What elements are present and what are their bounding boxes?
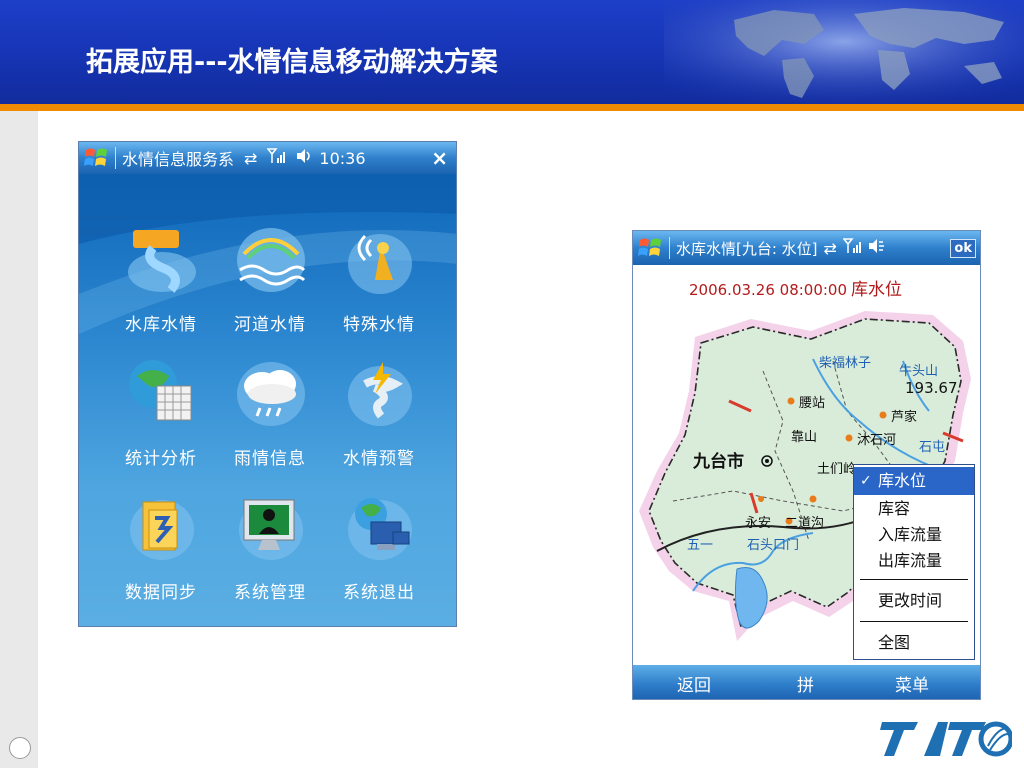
- measure-label: 库水位: [851, 280, 903, 300]
- titlebar-separator: [669, 237, 670, 259]
- tile-label: 水情预警: [343, 449, 415, 469]
- clock-time[interactable]: 10:36: [319, 149, 365, 168]
- menu-softkey[interactable]: 菜单: [895, 671, 929, 696]
- rain-icon: [237, 362, 305, 426]
- map-label: 靠山: [791, 430, 817, 445]
- menu-item-label: 全图: [878, 633, 911, 652]
- company-logo: [880, 716, 1014, 760]
- phone-titlebar: 水情信息服务系 ⇄ 10:36 ×: [79, 142, 456, 174]
- menu-item-full-map[interactable]: 全图: [854, 629, 974, 657]
- phone-map-screenshot: 水库水情[九台: 水位] ⇄ ok 2006.03.26 08:00:00 库水位: [632, 230, 981, 700]
- river-icon: [237, 228, 306, 292]
- menu-item-label: 入库流量: [878, 525, 943, 544]
- tile-label: 系统退出: [343, 583, 415, 603]
- ok-button[interactable]: ok: [950, 238, 976, 258]
- middle-softkey[interactable]: 拼: [797, 671, 814, 696]
- volume-icon[interactable]: [295, 148, 313, 168]
- system-admin-icon: [239, 499, 303, 560]
- sync-icon: [130, 500, 194, 560]
- left-margin-strip: [0, 111, 38, 768]
- tile-label: 数据同步: [125, 583, 197, 603]
- menu-item-label: 库水位: [878, 471, 927, 490]
- tile-sync[interactable]: 数据同步: [101, 488, 221, 618]
- map-label: 石屯: [919, 440, 945, 455]
- reading-datetime: 2006.03.26 08:00:00 库水位: [689, 275, 902, 300]
- tile-label: 河道水情: [234, 315, 306, 335]
- connectivity-icon[interactable]: ⇄: [244, 149, 257, 168]
- map-label: 石头口门: [747, 538, 799, 553]
- tile-label: 水库水情: [125, 315, 197, 335]
- signal-icon[interactable]: [266, 148, 286, 168]
- slide-bullet-circle: [9, 737, 31, 759]
- menu-item-change-time[interactable]: 更改时间: [854, 587, 974, 615]
- menu-item-inflow[interactable]: 入库流量: [854, 521, 974, 549]
- windows-start-icon[interactable]: [83, 146, 109, 170]
- map-label: 芦家: [891, 409, 917, 425]
- speaker-icon[interactable]: [867, 238, 885, 258]
- map-label: 二道沟: [785, 516, 824, 531]
- tile-river[interactable]: 河道水情: [210, 220, 330, 350]
- map-label: 沐石河: [857, 433, 896, 448]
- tato-logo-graphic: [880, 721, 1014, 757]
- tile-exit[interactable]: 系统退出: [319, 488, 439, 618]
- titlebar-separator: [115, 147, 116, 169]
- datetime-value: 2006.03.26 08:00:00: [689, 281, 848, 299]
- tile-reservoir[interactable]: 水库水情: [101, 220, 221, 350]
- tile-system-admin[interactable]: 系统管理: [210, 488, 330, 618]
- tile-label: 系统管理: [234, 583, 306, 603]
- map-label: 土们岭: [817, 462, 856, 477]
- reservoir-icon: [128, 230, 196, 293]
- map-context-menu: ✓ 库水位 库容 入库流量 出库流量 更改时间 全图: [853, 464, 975, 660]
- connectivity-icon[interactable]: ⇄: [824, 239, 837, 258]
- phone-titlebar: 水库水情[九台: 水位] ⇄ ok: [633, 231, 980, 265]
- slide-header: 拓展应用---水情信息移动解决方案: [0, 0, 1024, 104]
- tile-rain[interactable]: 雨情信息: [210, 354, 330, 484]
- app-title: 水情信息服务系: [122, 150, 235, 169]
- map-label: 腰站: [799, 396, 825, 411]
- menu-item-label: 出库流量: [878, 551, 943, 570]
- tile-warning[interactable]: 水情预警: [319, 354, 439, 484]
- exit-icon: [348, 498, 412, 560]
- tile-special-water[interactable]: 特殊水情: [319, 220, 439, 350]
- tile-label: 统计分析: [125, 449, 197, 469]
- map-label: 柴福林子: [819, 356, 871, 371]
- slide-title: 拓展应用---水情信息移动解决方案: [86, 47, 498, 78]
- map-label: 永安: [745, 516, 771, 531]
- map-label-city: 九台市: [692, 451, 744, 472]
- close-button[interactable]: ×: [431, 146, 448, 170]
- map-label: 五一: [687, 538, 713, 553]
- menu-item-outflow[interactable]: 出库流量: [854, 547, 974, 575]
- header-accent-rule: [0, 104, 1024, 111]
- special-water-icon: [348, 234, 412, 294]
- menu-separator: [860, 579, 968, 580]
- world-map-graphic: [664, 0, 1024, 104]
- menu-separator: [860, 621, 968, 622]
- menu-item-label: 库容: [878, 499, 911, 518]
- phone-main-menu-screenshot: 水情信息服务系 ⇄ 10:36 × 水库水情 河道水情 特殊水情 统计分析 雨情…: [78, 141, 457, 627]
- map-label: 牛头山: [899, 364, 938, 379]
- map-value-label: 193.67: [905, 379, 958, 397]
- app-title: 水库水情[九台: 水位]: [676, 239, 818, 258]
- softkey-bar: 返回 拼 菜单: [633, 665, 980, 699]
- menu-item-capacity[interactable]: 库容: [854, 495, 974, 523]
- warning-icon: [348, 362, 412, 426]
- signal-icon[interactable]: [842, 238, 861, 258]
- tile-label: 雨情信息: [234, 449, 306, 469]
- menu-item-water-level[interactable]: ✓ 库水位: [854, 467, 974, 495]
- checkmark-icon: ✓: [860, 473, 872, 489]
- back-softkey[interactable]: 返回: [677, 671, 711, 696]
- windows-start-icon[interactable]: [637, 236, 663, 260]
- tile-statistics[interactable]: 统计分析: [101, 354, 221, 484]
- menu-item-label: 更改时间: [878, 591, 943, 610]
- statistics-icon: [129, 360, 192, 421]
- tile-label: 特殊水情: [343, 315, 415, 335]
